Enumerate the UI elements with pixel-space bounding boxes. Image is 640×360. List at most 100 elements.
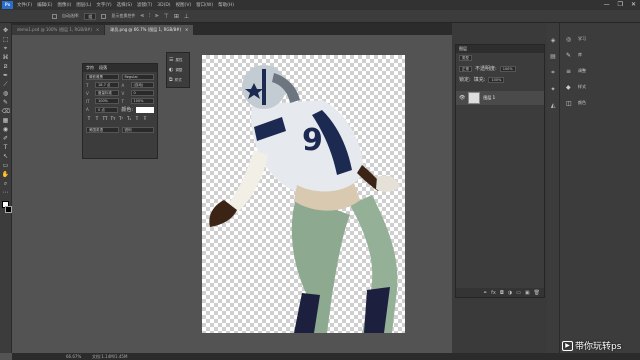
layers-panel-title[interactable]: 图层 <box>456 45 544 53</box>
language-select[interactable]: 美国英语 <box>86 127 119 133</box>
move-tool-icon[interactable]: ✥ <box>2 27 10 34</box>
new-group-icon[interactable]: ▭ <box>516 290 521 296</box>
auto-select-dropdown[interactable]: 组 <box>84 12 97 20</box>
shape-tool-icon[interactable]: ▭ <box>2 162 10 169</box>
fill-field[interactable]: 100% <box>488 76 505 83</box>
baseline-field[interactable]: 0 点 <box>95 106 119 113</box>
layer-row[interactable]: 👁 图层 1 <box>456 91 544 105</box>
link-layers-icon[interactable]: ⚭ <box>483 290 487 296</box>
tracking-field[interactable]: 0 <box>130 90 154 96</box>
menu-select[interactable]: 选择(S) <box>117 2 132 8</box>
swatches-icon[interactable]: ✦ <box>550 86 555 93</box>
menu-edit[interactable]: 编辑(E) <box>37 2 52 8</box>
gradient-tool-icon[interactable]: ▦ <box>2 117 10 124</box>
background-color-swatch[interactable] <box>4 206 12 213</box>
tab-demo1[interactable]: demo1.psd @ 100% (图层 1, RGB/8#) × <box>12 25 105 35</box>
superscript-button[interactable]: T¹ <box>118 116 124 121</box>
document-tabs: demo1.psd @ 100% (图层 1, RGB/8#) × 球员.png … <box>12 23 452 35</box>
dodge-tool-icon[interactable]: ◉ <box>2 126 10 133</box>
strikethrough-button[interactable]: Ŧ <box>142 116 148 121</box>
eye-icon[interactable]: 👁 <box>459 95 465 101</box>
align-center-icon[interactable]: ⫶ <box>149 12 151 20</box>
channels-icon[interactable]: ▤ <box>550 53 556 60</box>
quick-select-tool-icon[interactable]: ⌘ <box>2 54 10 61</box>
dock-item-color[interactable]: ◫ 颜色 <box>560 95 640 111</box>
faux-bold-button[interactable]: T <box>86 116 92 121</box>
vertical-scale-field[interactable]: 100% <box>95 98 119 104</box>
close-icon[interactable]: ✕ <box>631 1 636 8</box>
new-layer-icon[interactable]: ▣ <box>525 290 530 296</box>
zoom-level[interactable]: 66.67% <box>66 353 81 360</box>
minimize-icon[interactable]: — <box>604 1 610 8</box>
menu-image[interactable]: 图像(I) <box>57 2 71 8</box>
eyedropper-tool-icon[interactable]: ✒ <box>2 72 10 79</box>
blend-mode-select[interactable]: 正常 <box>459 65 472 72</box>
eraser-tool-icon[interactable]: ⌫ <box>2 108 10 115</box>
navigator-icon[interactable]: ◭ <box>551 102 556 109</box>
tab-character[interactable]: 字符 <box>86 65 94 71</box>
font-style-select[interactable]: Regular <box>121 74 154 80</box>
zoom-tool-icon[interactable]: ⌕ <box>2 180 10 187</box>
dock-item-adjustments[interactable]: ≡ 调整 <box>560 63 640 79</box>
adjustment-layer-icon[interactable]: ◑ <box>508 290 512 296</box>
menu-help[interactable]: 帮助(H) <box>218 2 234 8</box>
menu-type[interactable]: 文字(Y) <box>96 2 111 8</box>
adjustments-item[interactable]: ◐ 调整 <box>169 65 187 75</box>
align-middle-icon[interactable]: ⊞ <box>174 13 179 20</box>
properties-item[interactable]: ☰ 属性 <box>169 55 187 65</box>
hand-tool-icon[interactable]: ✋ <box>2 171 10 178</box>
small-caps-button[interactable]: Tт <box>110 116 116 121</box>
document-canvas[interactable]: 9 <box>202 55 405 333</box>
tab-paragraph[interactable]: 段落 <box>99 65 107 71</box>
crop-tool-icon[interactable]: ⧄ <box>2 63 10 70</box>
more-tools-icon[interactable]: ⋯ <box>2 189 10 196</box>
menu-filter[interactable]: 滤镜(T) <box>137 2 152 8</box>
close-icon[interactable]: × <box>96 27 99 32</box>
pen-tool-icon[interactable]: ✐ <box>2 135 10 142</box>
menu-view[interactable]: 视图(V) <box>176 2 192 8</box>
menu-window[interactable]: 窗口(W) <box>196 2 213 8</box>
restore-icon[interactable]: ❐ <box>618 1 623 8</box>
stamp-tool-icon[interactable]: ◍ <box>2 90 10 97</box>
horizontal-scale-field[interactable]: 100% <box>130 98 154 104</box>
font-size-field[interactable]: 18.7 点 <box>95 82 119 88</box>
lasso-tool-icon[interactable]: ⌖ <box>2 45 10 52</box>
font-family-select[interactable]: 微软雅黑 <box>86 74 119 80</box>
subscript-button[interactable]: T₁ <box>126 116 132 121</box>
align-left-icon[interactable]: ⫷ <box>140 12 143 20</box>
tab-player[interactable]: 球员.png @ 66.7% (图层 1, RGB/8#) × <box>105 25 194 35</box>
kerning-field[interactable]: 度量标准 <box>95 90 119 96</box>
paths-icon[interactable]: ⌗ <box>551 69 554 77</box>
brush-tool-icon[interactable]: ✎ <box>2 99 10 106</box>
auto-select-checkbox[interactable] <box>52 13 57 19</box>
underline-button[interactable]: T <box>134 116 140 121</box>
dock-item-learn[interactable]: ◎ 学习 <box>560 31 640 47</box>
all-caps-button[interactable]: TT <box>102 116 108 121</box>
layer-style-icon[interactable]: fx <box>491 290 496 296</box>
anti-alias-select[interactable]: 锐利 <box>121 127 154 133</box>
layer-kind-filter[interactable]: 类型 <box>459 55 472 61</box>
history-icon[interactable]: ◈ <box>551 37 556 44</box>
align-bottom-icon[interactable]: ⊥ <box>184 13 189 20</box>
styles-item[interactable]: ⧉ 样式 <box>169 75 187 85</box>
dock-item-styles[interactable]: ◆ 样式 <box>560 79 640 95</box>
show-transform-checkbox[interactable] <box>101 13 107 19</box>
align-top-icon[interactable]: ⊤ <box>164 13 169 20</box>
align-right-icon[interactable]: ⫸ <box>155 12 158 20</box>
delete-layer-icon[interactable]: 🗑 <box>534 290 540 296</box>
healing-tool-icon[interactable]: ⟋ <box>2 81 10 88</box>
faux-italic-button[interactable]: T <box>94 116 100 121</box>
dock-item-libraries[interactable]: ✎ 库 <box>560 47 640 63</box>
menu-file[interactable]: 文件(F) <box>17 2 32 8</box>
canvas-area[interactable]: 9 <box>12 35 452 353</box>
marquee-tool-icon[interactable]: ⬚ <box>2 36 10 43</box>
opacity-field[interactable]: 100% <box>499 65 516 72</box>
menu-3d[interactable]: 3D(D) <box>157 3 170 8</box>
close-icon[interactable]: × <box>185 27 188 32</box>
menu-layer[interactable]: 图层(L) <box>76 2 91 8</box>
text-color-swatch[interactable] <box>136 106 154 113</box>
path-select-tool-icon[interactable]: ↖ <box>2 153 10 160</box>
add-mask-icon[interactable]: ◘ <box>500 290 504 296</box>
type-tool-icon[interactable]: T <box>2 144 10 151</box>
leading-field[interactable]: (自动) <box>130 82 154 88</box>
